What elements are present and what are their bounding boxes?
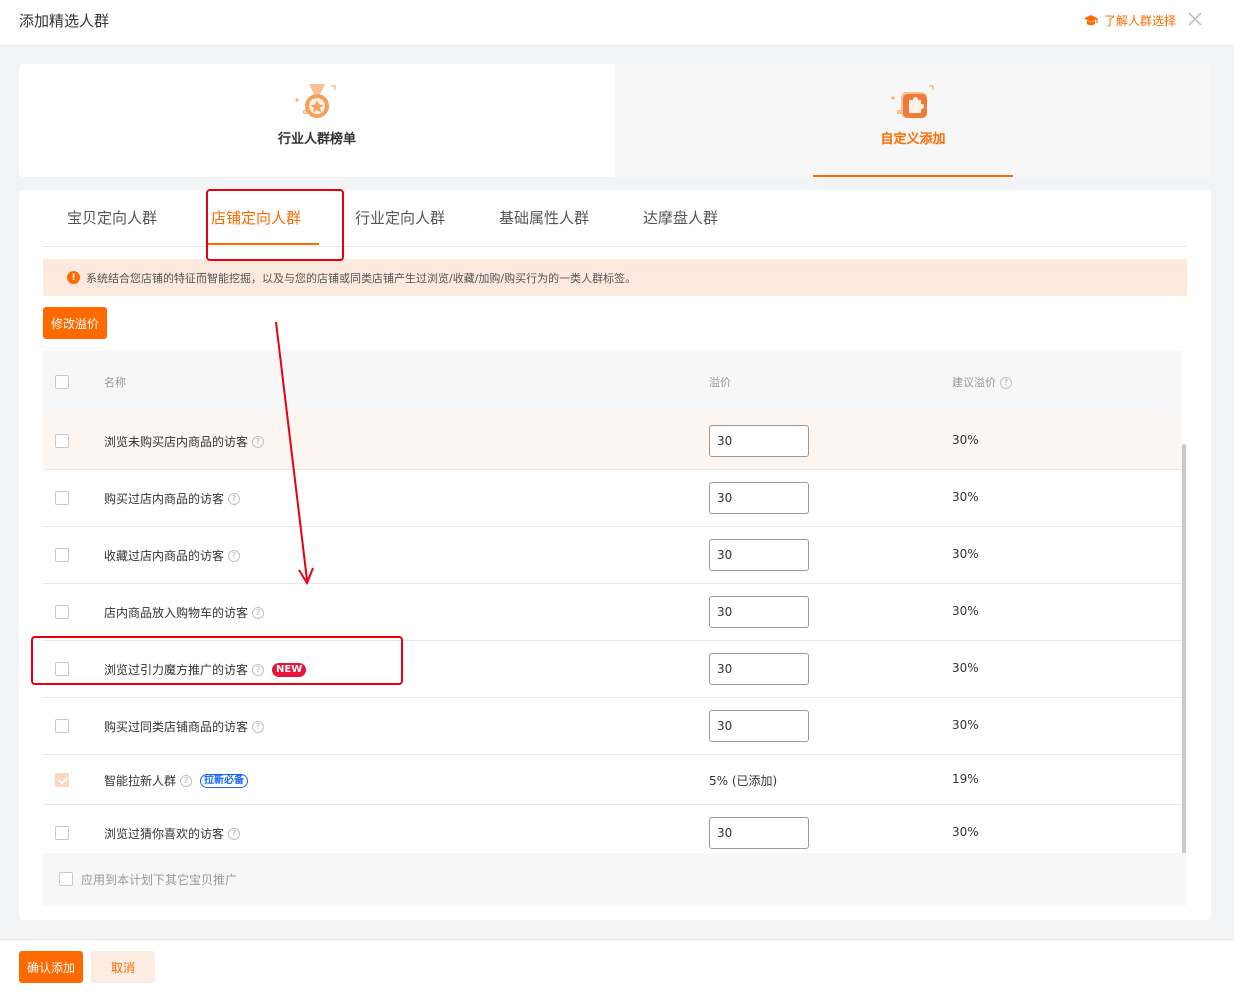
modify-premium-button[interactable]: 修改溢价 [43, 307, 107, 339]
mode-custom-add[interactable]: 自定义添加 [615, 64, 1211, 177]
row-checkbox-checked [55, 773, 69, 787]
apply-label: 应用到本计划下其它宝贝推广 [81, 872, 238, 887]
tab-active-underline [208, 243, 319, 245]
crowd-name-text: 购买过店内商品的访客 [104, 492, 225, 506]
cancel-button[interactable]: 取消 [91, 951, 155, 983]
suggested-premium: 30% [952, 547, 979, 561]
table-row: 店内商品放入购物车的访客? 30% [43, 584, 1182, 641]
help-icon[interactable]: ? [252, 435, 265, 448]
crowd-name: 店内商品放入购物车的访客? [104, 604, 265, 621]
dialog: 添加精选人群 了解人群选择 行业人群榜单 自定义添加 宝贝定向人群 店铺定向人群… [0, 0, 1234, 991]
crowd-tabs: 宝贝定向人群 店铺定向人群 行业定向人群 基础属性人群 达摩盘人群 [43, 190, 1187, 247]
tab-basic-attributes[interactable]: 基础属性人群 [499, 207, 589, 228]
premium-input[interactable] [709, 710, 809, 742]
mode-selector: 行业人群榜单 自定义添加 [19, 64, 1211, 177]
help-icon[interactable]: ? [228, 549, 241, 562]
premium-input[interactable] [709, 653, 809, 685]
crowd-card: 宝贝定向人群 店铺定向人群 行业定向人群 基础属性人群 达摩盘人群 ! 系统结合… [19, 190, 1211, 920]
graduation-cap-icon [1083, 14, 1098, 25]
crowd-name: 浏览过引力魔方推广的访客? NEW [104, 661, 307, 678]
column-header-premium: 溢价 [709, 376, 731, 389]
crowd-name-text: 浏览过引力魔方推广的访客 [104, 663, 249, 677]
table-row: 购买过店内商品的访客? 30% [43, 470, 1182, 527]
apply-checkbox[interactable] [59, 872, 73, 886]
suggested-premium: 30% [952, 825, 979, 839]
crowd-name: 收藏过店内商品的访客? [104, 547, 241, 564]
row-checkbox[interactable] [55, 662, 69, 676]
crowd-name-text: 收藏过店内商品的访客 [104, 549, 225, 563]
suggested-premium: 30% [952, 490, 979, 504]
mode-label: 行业人群榜单 [277, 132, 356, 147]
help-icon[interactable]: ? [180, 774, 193, 787]
column-header-suggest: 建议溢价? [952, 374, 1012, 390]
close-icon[interactable] [1186, 10, 1204, 28]
crowd-name-text: 浏览过猜你喜欢的访客 [104, 827, 225, 841]
suggested-premium: 30% [952, 604, 979, 618]
premium-input[interactable] [709, 596, 809, 628]
mode-active-underline [813, 175, 1013, 177]
dialog-header: 添加精选人群 了解人群选择 [0, 0, 1234, 46]
crowd-name-text: 智能拉新人群 [104, 774, 177, 788]
table-row: 智能拉新人群? 拉新必备 5% (已添加) 19% [43, 755, 1182, 805]
premium-added-text: 5% (已添加) [709, 774, 778, 788]
info-notice: ! 系统结合您店铺的特征而智能挖掘，以及与您的店铺或同类店铺产生过浏览/收藏/加… [43, 259, 1187, 296]
tab-item-targeting[interactable]: 宝贝定向人群 [67, 207, 157, 228]
premium-input[interactable] [709, 425, 809, 457]
row-checkbox[interactable] [55, 719, 69, 733]
crowd-name: 浏览未购买店内商品的访客? [104, 433, 265, 450]
dialog-footer: 确认添加 取消 [0, 939, 1234, 991]
row-checkbox[interactable] [55, 491, 69, 505]
row-checkbox[interactable] [55, 605, 69, 619]
learn-crowd-link[interactable]: 了解人群选择 [1083, 12, 1176, 29]
suggested-premium: 19% [952, 772, 979, 786]
suggested-premium: 30% [952, 433, 979, 447]
suggested-premium: 30% [952, 661, 979, 675]
column-header-suggest-label: 建议溢价 [952, 376, 996, 389]
premium-input[interactable] [709, 482, 809, 514]
table-header: 名称 溢价 建议溢价? [43, 351, 1182, 413]
row-checkbox[interactable] [55, 826, 69, 840]
premium-input[interactable] [709, 539, 809, 571]
help-icon[interactable]: ? [252, 606, 265, 619]
tab-damopan[interactable]: 达摩盘人群 [643, 207, 718, 228]
row-checkbox[interactable] [55, 434, 69, 448]
help-icon[interactable]: ? [1000, 377, 1012, 389]
help-icon[interactable]: ? [252, 720, 265, 733]
suggested-premium: 30% [952, 718, 979, 732]
row-checkbox[interactable] [55, 548, 69, 562]
crowd-name: 购买过店内商品的访客? [104, 490, 241, 507]
mode-industry-ranking[interactable]: 行业人群榜单 [19, 64, 615, 177]
crowd-name-text: 浏览未购买店内商品的访客 [104, 435, 249, 449]
help-icon[interactable]: ? [252, 663, 265, 676]
crowd-table: 名称 溢价 建议溢价? 浏览未购买店内商品的访客? 30% 购买过店内商品的访客… [43, 351, 1182, 862]
crowd-name-text: 店内商品放入购物车的访客 [104, 606, 249, 620]
confirm-add-button[interactable]: 确认添加 [19, 951, 83, 983]
apply-to-other-items: 应用到本计划下其它宝贝推广 [43, 853, 1187, 905]
crowd-name: 智能拉新人群? 拉新必备 [104, 772, 249, 789]
crowd-name-text: 购买过同类店铺商品的访客 [104, 720, 249, 734]
crowd-name: 浏览过猜你喜欢的访客? [104, 825, 241, 842]
table-row: 收藏过店内商品的访客? 30% [43, 527, 1182, 584]
column-header-name: 名称 [104, 376, 126, 389]
notice-text: 系统结合您店铺的特征而智能挖掘，以及与您的店铺或同类店铺产生过浏览/收藏/加购/… [86, 271, 637, 285]
select-all-checkbox[interactable] [55, 375, 69, 389]
table-scrollbar[interactable] [1182, 444, 1186, 854]
help-icon[interactable]: ? [228, 492, 241, 505]
puzzle-icon [891, 85, 934, 118]
acquisition-badge: 拉新必备 [200, 773, 249, 788]
mode-label: 自定义添加 [880, 132, 946, 147]
crowd-name: 购买过同类店铺商品的访客? [104, 718, 265, 735]
table-row: 购买过同类店铺商品的访客? 30% [43, 698, 1182, 755]
medal-icon [295, 84, 336, 118]
tab-shop-targeting[interactable]: 店铺定向人群 [211, 207, 301, 228]
info-icon: ! [67, 271, 80, 284]
learn-link-label: 了解人群选择 [1103, 14, 1176, 28]
table-row: 浏览未购买店内商品的访客? 30% [43, 413, 1182, 470]
new-badge: NEW [272, 662, 307, 677]
tab-industry-targeting[interactable]: 行业定向人群 [355, 207, 445, 228]
dialog-title: 添加精选人群 [19, 12, 110, 30]
premium-input[interactable] [709, 817, 809, 849]
table-row: 浏览过引力魔方推广的访客? NEW 30% [43, 641, 1182, 698]
help-icon[interactable]: ? [228, 827, 241, 840]
